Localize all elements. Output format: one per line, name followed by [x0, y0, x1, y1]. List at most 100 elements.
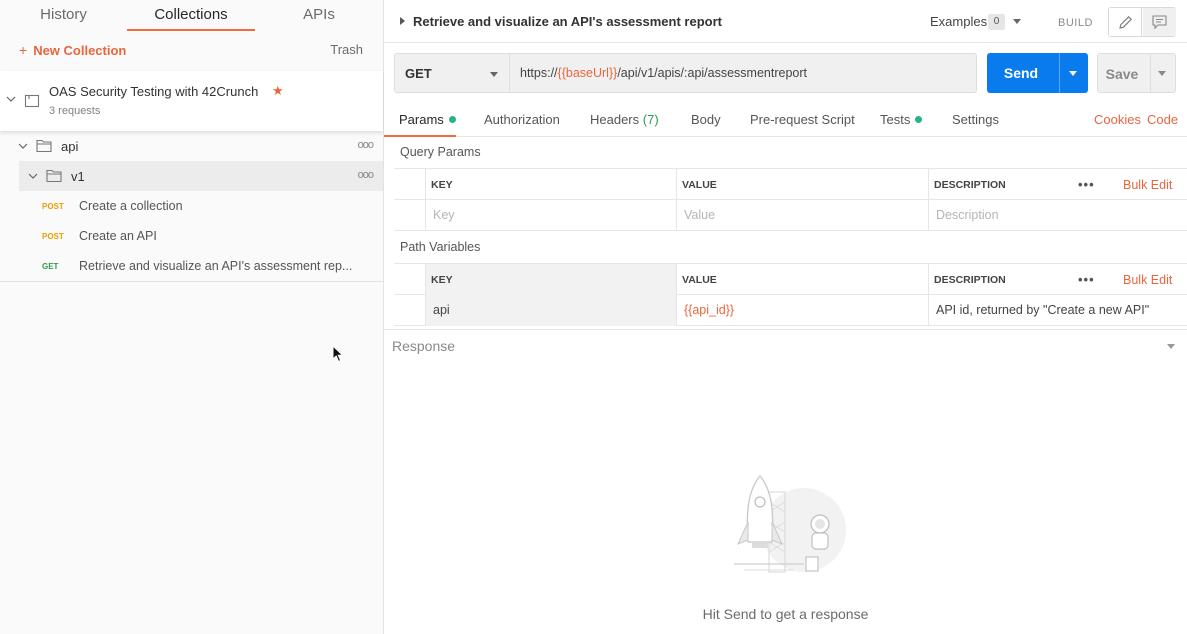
save-button[interactable]: Save [1097, 53, 1176, 93]
mode-toggle [1108, 7, 1176, 37]
folder-icon [46, 169, 62, 183]
request-panel: Retrieve and visualize an API's assessme… [384, 0, 1187, 634]
mouse-cursor-icon [332, 345, 344, 363]
tab-prerequest-script[interactable]: Pre-request Script [750, 112, 855, 127]
tab-history[interactable]: History [0, 0, 127, 31]
key-input[interactable]: Key [425, 200, 676, 231]
collection-item[interactable]: OAS Security Testing with 42Crunch ★ 3 r… [0, 71, 383, 131]
query-params-table: KEY VALUE DESCRIPTION ••• Bulk Edit Key … [394, 168, 1187, 231]
folder-name: api [61, 139, 79, 154]
more-options-icon[interactable]: ••• [1078, 272, 1095, 287]
send-label: Send [1003, 65, 1039, 81]
value-input[interactable]: {{api_id}} [676, 295, 928, 326]
request-title[interactable]: Retrieve and visualize an API's assessme… [413, 14, 722, 29]
request-tabs: Params Authorization Headers (7) Body Pr… [384, 103, 1187, 137]
tab-tests[interactable]: Tests [880, 112, 923, 127]
trash-button[interactable]: Trash [330, 42, 363, 57]
tree-indent [0, 161, 19, 191]
tab-params[interactable]: Params [399, 112, 456, 127]
save-options-caret-icon[interactable] [1158, 71, 1166, 76]
chevron-down-icon[interactable] [6, 94, 16, 104]
folder-icon [36, 139, 52, 153]
status-dot [915, 116, 923, 124]
comments-button[interactable] [1143, 8, 1176, 36]
more-icon[interactable]: ooo [358, 169, 374, 181]
build-label: BUILD [1058, 17, 1093, 29]
request-header: Retrieve and visualize an API's assessme… [384, 0, 1187, 43]
column-header: VALUE [676, 264, 928, 295]
collection-request-count: 3 requests [49, 105, 101, 117]
folder-item-v1[interactable]: v1 ooo [0, 161, 383, 191]
more-icon[interactable]: ooo [358, 139, 374, 151]
request-name: Create a collection [79, 199, 183, 213]
pencil-icon [1119, 16, 1132, 29]
request-item[interactable]: POST Create an API [0, 221, 383, 251]
key-cell: api [425, 295, 676, 326]
request-name: Retrieve and visualize an API's assessme… [79, 259, 353, 273]
method-select[interactable]: GET [394, 53, 510, 93]
sidebar-tabs: History Collections APIs [0, 0, 383, 31]
edit-mode-button[interactable] [1109, 8, 1142, 36]
save-label: Save [1105, 66, 1139, 82]
headers-count: (7) [642, 112, 659, 127]
caret-down-icon [490, 72, 498, 77]
response-label: Response [392, 338, 456, 354]
tab-headers[interactable]: Headers (7) [590, 112, 659, 127]
examples-count-badge: 0 [988, 14, 1005, 30]
description-input[interactable]: API id, returned by "Create a new API" [928, 295, 1187, 326]
request-item[interactable]: GET Retrieve and visualize an API's asse… [0, 251, 383, 281]
divider [1059, 53, 1060, 93]
code-link[interactable]: Code [1147, 112, 1178, 127]
table-header-row: KEY VALUE DESCRIPTION ••• Bulk Edit [394, 264, 1187, 295]
table-header-row: KEY VALUE DESCRIPTION ••• Bulk Edit [394, 169, 1187, 200]
folder-name: v1 [71, 169, 85, 184]
tab-settings[interactable]: Settings [952, 112, 999, 127]
empty-response-message: Hit Send to get a response [702, 606, 869, 622]
value-input[interactable]: Value [676, 200, 928, 231]
tab-authorization[interactable]: Authorization [484, 112, 560, 127]
request-item[interactable]: POST Create a collection [0, 191, 383, 221]
method-badge: GET [42, 262, 59, 271]
status-dot [448, 116, 456, 124]
examples-dropdown[interactable]: Examples [930, 14, 987, 29]
column-header: VALUE [676, 169, 928, 200]
url-text: https://{{baseUrl}}/api/v1/apis/:api/ass… [520, 66, 807, 80]
method-value: GET [405, 66, 432, 81]
bulk-edit-link[interactable]: Bulk Edit [1123, 178, 1172, 192]
sidebar: History Collections APIs + New Collection… [0, 0, 384, 634]
tab-body[interactable]: Body [691, 112, 721, 127]
folder-item-api[interactable]: api ooo [0, 131, 383, 161]
collection-icon [24, 94, 40, 108]
path-variables-table: KEY VALUE DESCRIPTION ••• Bulk Edit api … [394, 263, 1187, 326]
send-options-caret-icon[interactable] [1069, 71, 1077, 76]
table-row: api {{api_id}} API id, returned by "Crea… [394, 295, 1187, 326]
url-bar: GET https://{{baseUrl}}/api/v1/apis/:api… [394, 53, 977, 93]
new-collection-button[interactable]: + New Collection [19, 42, 126, 58]
table-row: Key Value Description [394, 200, 1187, 231]
send-button[interactable]: Send [987, 53, 1088, 93]
caret-down-icon[interactable] [1013, 19, 1021, 24]
response-header[interactable]: Response [384, 329, 1187, 362]
tab-apis[interactable]: APIs [255, 0, 383, 31]
column-header: KEY [425, 169, 676, 200]
description-input[interactable]: Description [928, 200, 1187, 231]
sidebar-actions: + New Collection Trash [0, 31, 383, 71]
path-variables-title: Path Variables [400, 240, 481, 254]
chevron-down-icon[interactable] [28, 171, 38, 181]
divider [0, 281, 383, 282]
url-input[interactable]: https://{{baseUrl}}/api/v1/apis/:api/ass… [509, 53, 977, 93]
caret-right-icon[interactable] [400, 17, 405, 25]
star-icon[interactable]: ★ [272, 83, 284, 99]
cookies-link[interactable]: Cookies [1094, 112, 1141, 127]
rocket-astronaut-illustration [734, 475, 846, 573]
more-options-icon[interactable]: ••• [1078, 177, 1095, 192]
bulk-edit-link[interactable]: Bulk Edit [1123, 273, 1172, 287]
request-name: Create an API [79, 229, 157, 243]
tab-collections[interactable]: Collections [127, 0, 255, 31]
new-collection-label: New Collection [33, 43, 127, 58]
collection-name: OAS Security Testing with 42Crunch [49, 84, 259, 99]
active-tab-indicator [384, 135, 456, 137]
comment-icon [1152, 15, 1167, 30]
caret-down-icon[interactable] [1167, 344, 1175, 349]
chevron-down-icon[interactable] [18, 141, 28, 151]
